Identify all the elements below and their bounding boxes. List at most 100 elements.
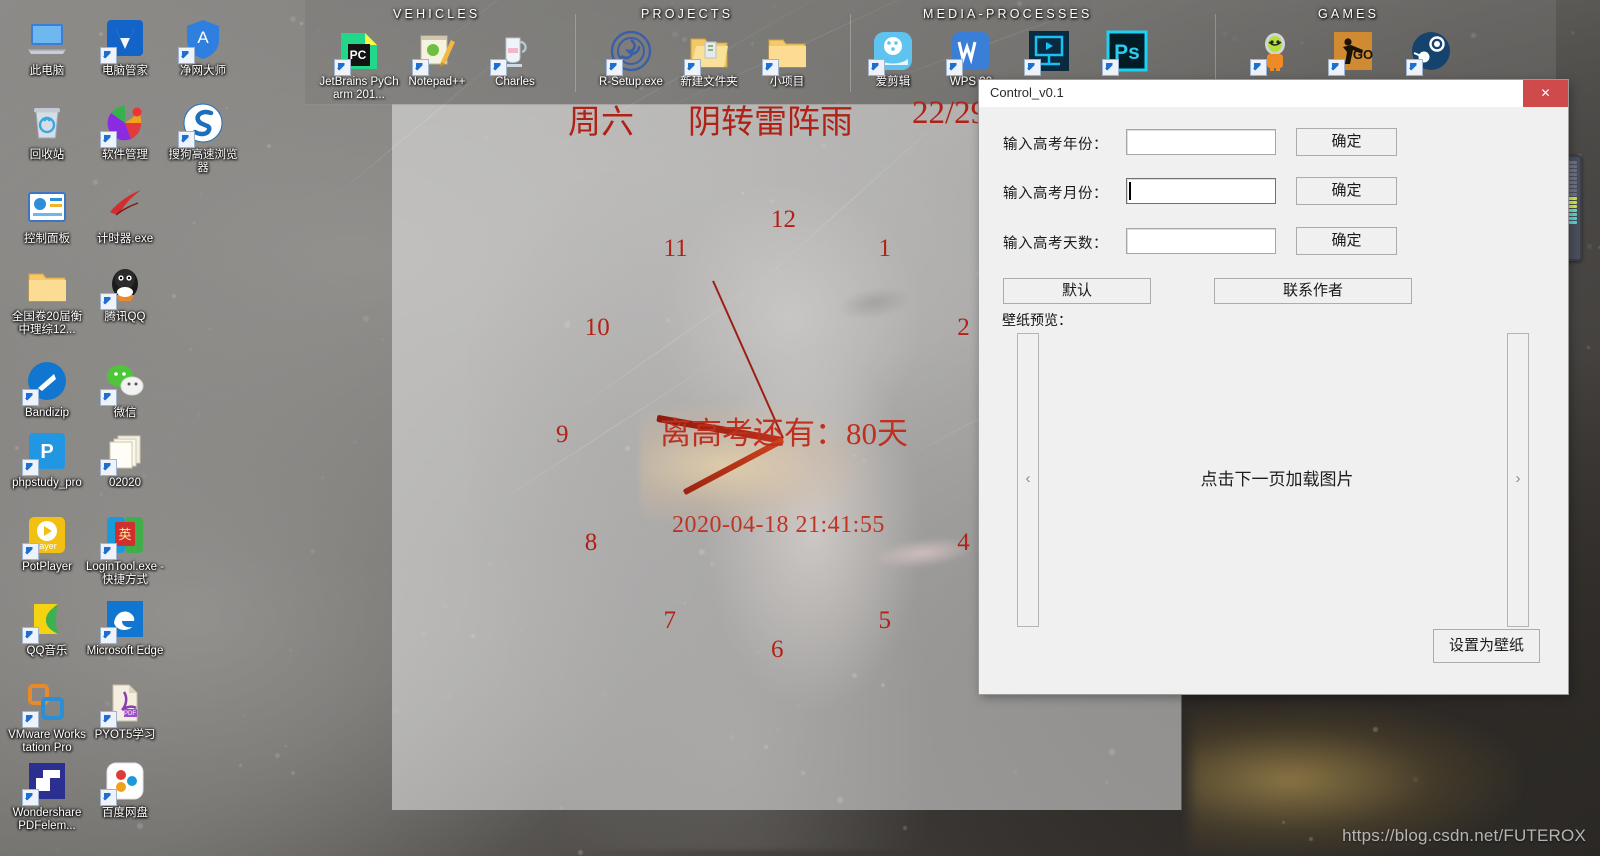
confirm-button-3[interactable]: 确定 [1296, 227, 1397, 255]
svg-text:英: 英 [118, 528, 131, 543]
desktop-icon-2[interactable]: 电脑管家 [86, 16, 164, 78]
pycharm-icon: PC [334, 28, 382, 76]
desktop-icon-3[interactable]: A 净网大师 [164, 16, 242, 78]
desktop-icon-20[interactable]: PDF PYOT5学习 [86, 680, 164, 742]
fence-icon-aijianji-icon[interactable]: 爱剪辑 [853, 28, 933, 89]
clock-number-9: 9 [556, 421, 569, 448]
desktop-icon-label: Microsoft Edge [86, 645, 164, 657]
shortcut-arrow-icon [100, 711, 117, 728]
desktop-icon-label: Wondershare PDFelem... [12, 807, 82, 832]
contact-author-button[interactable]: 联系作者 [1214, 278, 1412, 304]
folder-open-icon [684, 28, 732, 76]
desktop-icon-14[interactable]: 02020 [86, 428, 164, 490]
shortcut-arrow-icon [22, 543, 39, 560]
input-field-3[interactable] [1126, 228, 1276, 254]
svg-text:A: A [197, 28, 209, 47]
chevron-right-icon: › [1515, 470, 1521, 487]
fence-icon-label: JetBrains PyCharm 201... [319, 76, 399, 101]
fence-group-title-projects: PROJECTS [641, 7, 734, 21]
clock-number-8: 8 [584, 528, 598, 556]
fence-separator [850, 14, 851, 92]
preview-placeholder-text: 点击下一页加载图片 [1200, 470, 1354, 490]
desktop-icon-10[interactable]: 腾讯QQ [86, 262, 164, 324]
wallpaper-preview-label: 壁纸预览： [1002, 313, 1072, 329]
vmware-icon [22, 680, 70, 728]
fence-icon-folder-icon[interactable]: 小项目 [747, 28, 827, 89]
steam-icon [1406, 28, 1454, 76]
svg-text:PC: PC [350, 48, 367, 62]
fence-icon-video-editor-icon[interactable] [1009, 28, 1089, 76]
next-page-button[interactable]: › [1507, 333, 1529, 627]
desktop-icon-label: 此电脑 [29, 65, 65, 77]
fence-icon-pycharm-icon[interactable]: PC JetBrains PyCharm 201... [319, 28, 399, 102]
edge-icon [100, 596, 148, 644]
desktop-icon-7[interactable]: 控制面板 [8, 184, 86, 246]
shortcut-arrow-icon [1102, 59, 1119, 76]
fence-icon-r-setup-icon[interactable]: R-Setup.exe [591, 28, 671, 89]
desktop-icon-16[interactable]: 英 LoginTool.exe - 快捷方式 [86, 512, 164, 587]
desktop-icon-label: 计时器.exe [96, 233, 154, 245]
desktop-icon-19[interactable]: VMware Workstation Pro [8, 680, 86, 755]
shortcut-arrow-icon [606, 59, 623, 76]
computer-icon [24, 16, 70, 62]
fence-icon-kerbal-icon[interactable] [1235, 28, 1315, 76]
fence-icon-folder-open-icon[interactable]: 新建文件夹 [669, 28, 749, 89]
svg-text:layer: layer [37, 541, 57, 551]
baidu-netdisk-icon [100, 758, 148, 806]
desktop-icon-18[interactable]: Microsoft Edge [86, 596, 164, 658]
shortcut-arrow-icon [334, 59, 351, 76]
prev-page-button[interactable]: ‹ [1017, 333, 1039, 627]
fence-icon-photoshop-icon[interactable]: Ps [1087, 28, 1167, 76]
desktop-icon-21[interactable]: Wondershare PDFelem... [8, 758, 86, 833]
desktop-icon-5[interactable]: 软件管理 [86, 100, 164, 162]
desktop-icon-15[interactable]: layer PotPlayer [8, 512, 86, 574]
confirm-button-2[interactable]: 确定 [1296, 177, 1397, 205]
clock-number-5: 5 [878, 607, 892, 635]
blog-watermark: https://blog.csdn.net/FUTEROX [1342, 826, 1586, 845]
desktop-icon-4[interactable]: 回收站 [8, 100, 86, 162]
wechat-icon [100, 358, 148, 406]
desktop-icon-label: 搜狗高速浏览器 [168, 149, 238, 174]
desktop-icon-1[interactable]: 此电脑 [8, 16, 86, 78]
set-as-wallpaper-button[interactable]: 设置为壁纸 [1433, 629, 1540, 663]
close-icon[interactable]: ✕ [1523, 80, 1568, 107]
photoshop-icon: Ps [1102, 28, 1150, 76]
shortcut-arrow-icon [100, 131, 117, 148]
control-dialog-window[interactable]: Control_v0.1 ✕ 输入高考年份： 确定 输入高考月份： 确定 输入高考天数：… [979, 80, 1568, 694]
desktop-icon-8[interactable]: 计时器.exe [86, 184, 164, 246]
confirm-button-1[interactable]: 确定 [1296, 128, 1397, 156]
svg-text:P: P [40, 441, 53, 463]
fence-icon-csgo-icon[interactable]: GO [1313, 28, 1393, 76]
desktop-icon-label: 电脑管家 [102, 65, 148, 77]
clock-number-1: 1 [878, 234, 892, 262]
wps-icon [946, 28, 994, 76]
folder-icon [24, 262, 70, 308]
desktop-icon-label: QQ音乐 [26, 645, 68, 657]
desktop-icon-12[interactable]: 微信 [86, 358, 164, 420]
clock-number-11: 11 [663, 234, 688, 262]
desktop-icon-22[interactable]: 百度网盘 [86, 758, 164, 820]
input-field-1[interactable] [1126, 129, 1276, 155]
pdf-doc-icon: PDF [100, 680, 148, 728]
fence-icon-notepadpp-icon[interactable]: Notepad++ [397, 28, 477, 89]
desktop-icon-label: 全国卷20届衡中理综12... [11, 311, 83, 336]
fence-icon-steam-icon[interactable] [1391, 28, 1471, 76]
shortcut-arrow-icon [946, 59, 963, 76]
desktop-icon-label: LoginTool.exe - 快捷方式 [86, 561, 164, 586]
svg-text:PDF: PDF [124, 711, 136, 717]
desktop-icon-13[interactable]: Pphpstudy_pro [8, 428, 86, 490]
fence-group-title-games: GAMES [1318, 7, 1380, 21]
input-field-2[interactable] [1126, 178, 1276, 204]
desktop-icon-label: 控制面板 [24, 233, 70, 245]
desktop-icon-label: PotPlayer [22, 561, 72, 573]
desktop-icon-9[interactable]: 全国卷20届衡中理综12... [8, 262, 86, 337]
default-button[interactable]: 默认 [1003, 278, 1151, 304]
dialog-titlebar[interactable]: Control_v0.1 ✕ [979, 80, 1568, 108]
r-setup-icon [606, 28, 654, 76]
desktop-icon-6[interactable]: 搜狗高速浏览器 [164, 100, 242, 175]
desktop-icon-11[interactable]: Bandizip [8, 358, 86, 420]
fence-icon-charles-icon[interactable]: Charles [475, 28, 555, 89]
charles-icon [490, 28, 538, 76]
desktop-icon-17[interactable]: QQ音乐 [8, 596, 86, 658]
pc-manager-icon [100, 16, 148, 64]
